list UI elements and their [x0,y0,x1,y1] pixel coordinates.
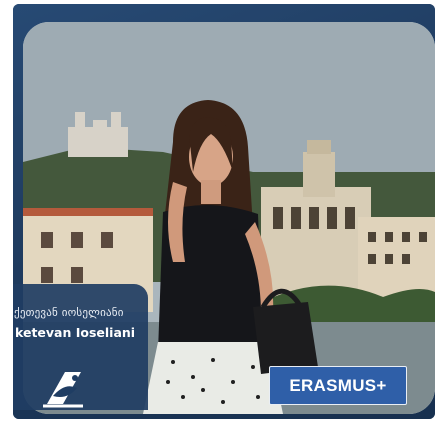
student-name-latin: ketevan Ioseliani [15,325,136,340]
university-logo-icon [37,362,89,414]
student-name-georgian: ქეთევან იოსელიანი [14,306,124,319]
erasmus-badge: ERASMUS+ [269,366,407,405]
profile-card: ქეთევან იოსელიანი ketevan Ioseliani ERAS… [13,4,435,419]
